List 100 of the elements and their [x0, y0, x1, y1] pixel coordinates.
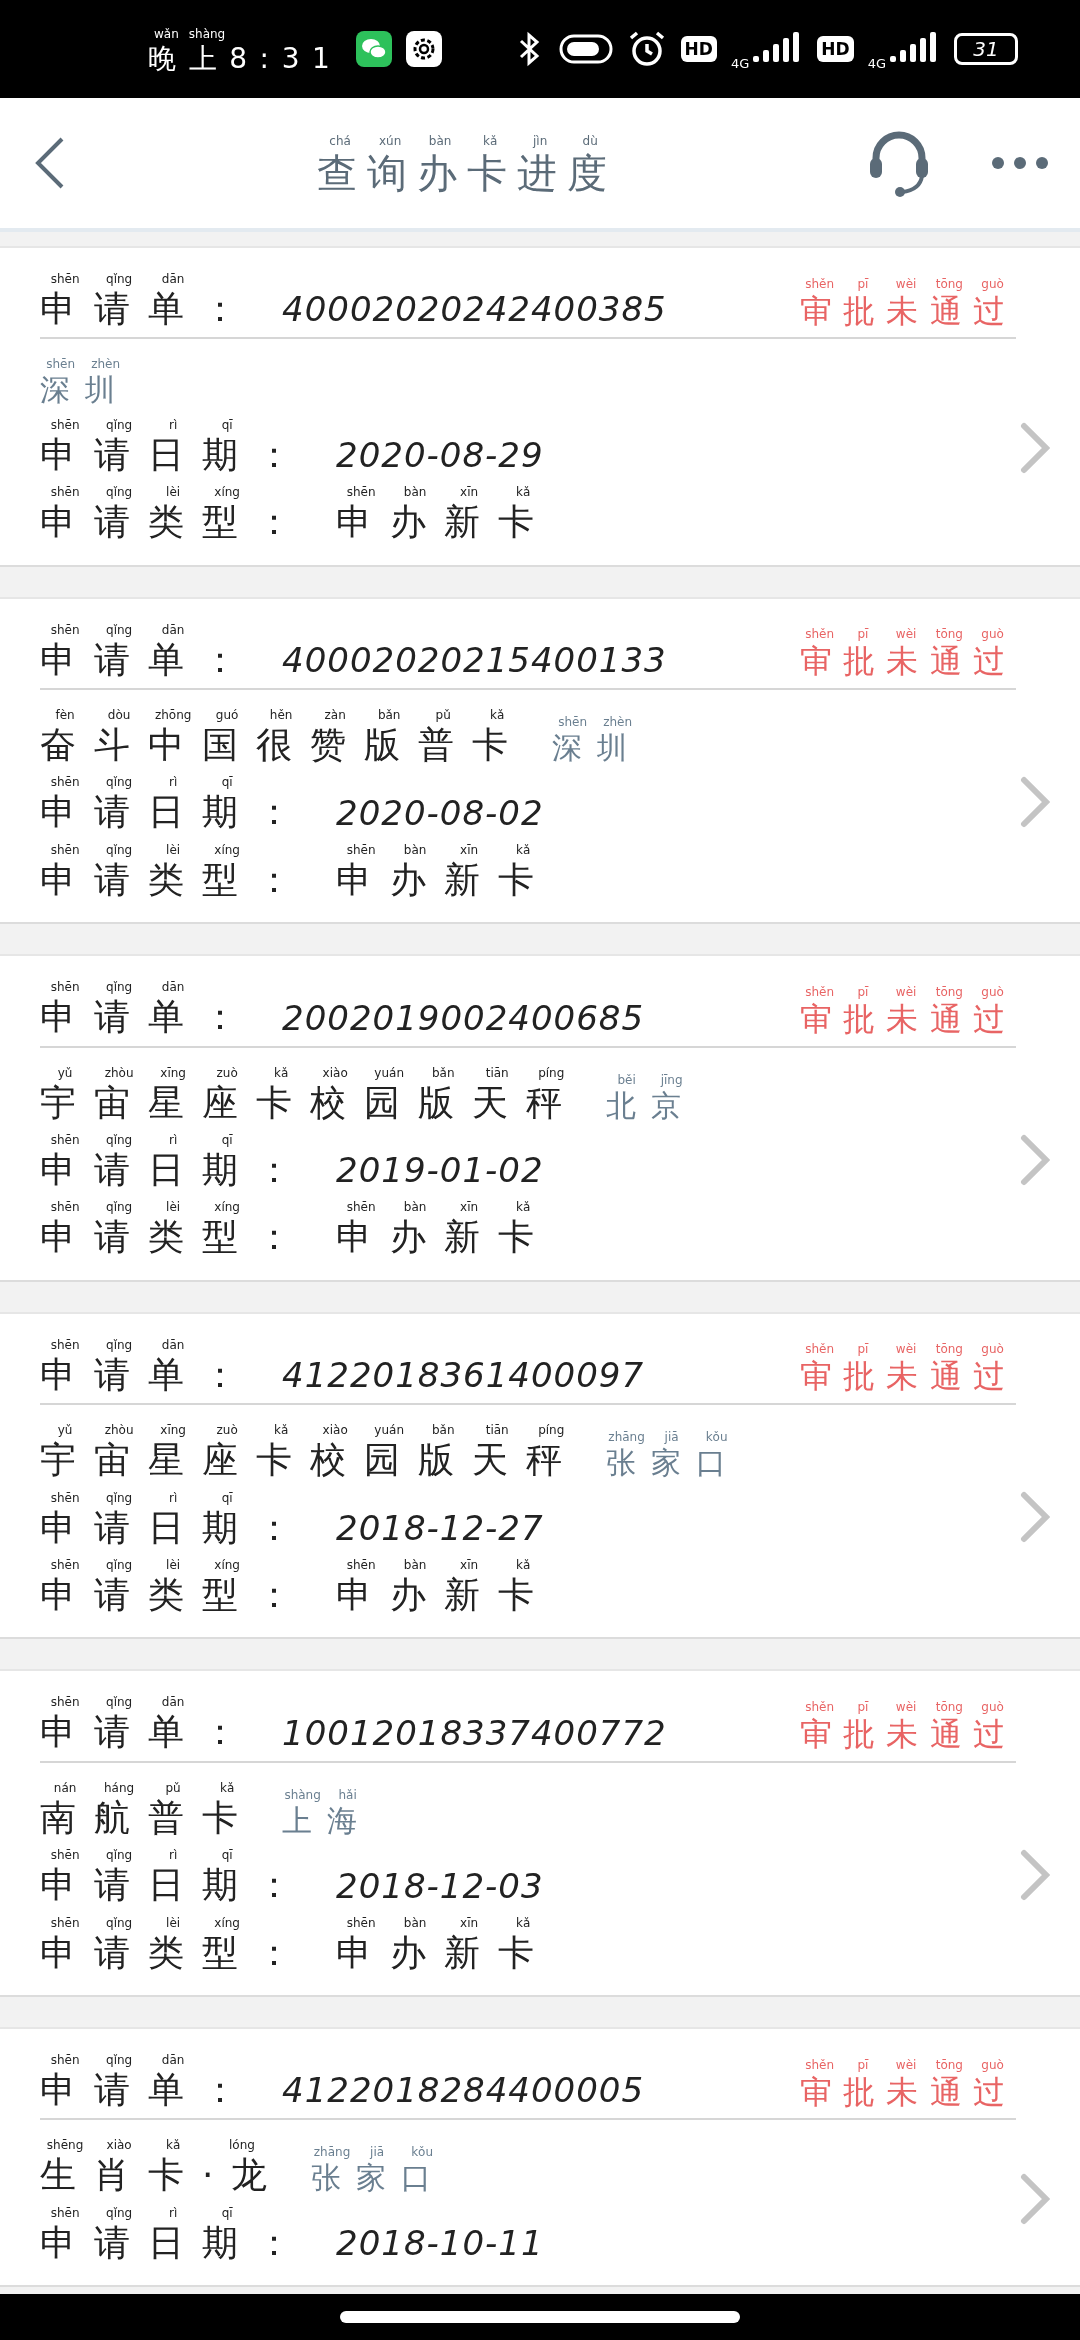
pinyin-text: zhāng jiā kǒu [312, 2144, 435, 2162]
order-number: 10012018337400772 [282, 1712, 667, 1753]
chevron-right-icon [1020, 2172, 1050, 2225]
date-label: 申请日期： [40, 433, 310, 476]
city-text: 上海 [282, 1803, 372, 1839]
order-number: 4122018284400005 [282, 2070, 645, 2111]
order-label: 申请单： [40, 2068, 256, 2111]
chat-app-icon [356, 31, 393, 67]
pinyin-text: shěn pī wèi tōng guò [804, 275, 1005, 293]
pinyin-text: fèn dòu zhōng guó hěn zàn bǎn pǔ kǎ [54, 707, 506, 725]
pinyin-text: shēn qǐng lèi xíng [49, 1914, 241, 1932]
city-text: 深圳 [40, 373, 130, 408]
type-label: 申请类型： [40, 501, 310, 543]
application-card[interactable]: shēn qǐng dān 申请单： 40002020242400385 shěn pī wèi tōng guò 审批未通过 shēn zhèn 深圳 shēn qǐng rì qī 申请日期： 2020-08-29 shēn qǐng lèi xíng 申请类型： shēn bàn xīn kǎ 申办新卡 [0, 246, 1080, 567]
chevron-right-icon [1020, 1848, 1050, 1901]
status-text: 审批未通过 [800, 643, 1016, 681]
type-value: 申办新卡 [336, 1216, 552, 1258]
status-text: 审批未通过 [800, 1715, 1016, 1753]
status-text: 审批未通过 [800, 1358, 1016, 1396]
pinyin-text: shēn qǐng rì qī [49, 2204, 234, 2222]
chevron-right-icon [1020, 776, 1050, 829]
pinyin-text: shēn qǐng dān [49, 1336, 186, 1354]
pinyin-text: shēn bàn xīn kǎ [345, 841, 532, 859]
type-value: 申办新卡 [336, 858, 552, 901]
pinyin-text: shěn pī wèi tōng guò [804, 2056, 1005, 2074]
status-text: 审批未通过 [800, 2073, 1016, 2111]
network-type: 4G [730, 55, 750, 71]
pinyin-text: shēn zhèn [557, 713, 634, 731]
city-text: 深圳 [552, 730, 642, 766]
city-text: 张家口 [606, 1446, 741, 1481]
pinyin-text: shěn pī wèi tōng guò [804, 1341, 1005, 1359]
order-number: 4122018361400097 [282, 1355, 645, 1396]
type-label: 申请类型： [40, 1573, 310, 1616]
type-value: 申办新卡 [336, 1931, 552, 1973]
settings-icon [406, 31, 443, 67]
pinyin-text: shēn qǐng lèi xíng [49, 484, 241, 502]
order-label: 申请单： [40, 996, 256, 1038]
date-value: 2018-12-03 [336, 1865, 544, 1906]
card-name: 奋斗中国很赞版普卡 [40, 724, 526, 766]
date-value: 2019-01-02 [336, 1150, 544, 1191]
pinyin-text: shēng xiào kǎ lóng [45, 2137, 256, 2155]
card-name: 生肖卡·龙 [40, 2154, 286, 2196]
pinyin-text: zhāng jiā kǒu [607, 1429, 729, 1447]
pinyin-text: shēn qǐng dān [49, 2051, 186, 2069]
pinyin-text: shēn bàn xīn kǎ [345, 1556, 532, 1574]
type-label: 申请类型： [40, 1931, 310, 1973]
application-card[interactable]: shēn qǐng dān 申请单： 4122018284400005 shěn pī wèi tōng guò 审批未通过 shēng xiào kǎ lóng 生肖卡·龙 zhāng jiā kǒu 张家口 shēn qǐng rì qī 申请日期： 2018-10-11 [0, 2026, 1080, 2288]
pinyin-text: shēn qǐng rì qī [49, 1847, 234, 1865]
date-value: 2018-10-11 [336, 2223, 544, 2264]
order-label: 申请单： [40, 638, 256, 681]
application-card[interactable] [0, 1311, 1080, 1640]
battery-level: 31 [954, 33, 1018, 65]
pinyin-text: nán háng pǔ kǎ [52, 1779, 236, 1797]
date-label: 申请日期： [40, 1149, 310, 1191]
more-button[interactable] [990, 155, 1050, 171]
pinyin-text: shēn qǐng rì qī [49, 1132, 234, 1149]
pinyin-text: shēn qǐng lèi xíng [49, 1199, 241, 1217]
chevron-right-icon [1020, 1133, 1050, 1186]
pinyin-text: shēn qǐng lèi xíng [49, 841, 241, 859]
order-number: 2002019002400685 [282, 997, 645, 1038]
status-time: 晚上8:31 [148, 42, 343, 76]
pinyin-text: chá xún bàn kǎ jìn dù [328, 133, 599, 150]
type-label: 申请类型： [40, 858, 310, 901]
pinyin-text: shēn zhèn [45, 356, 122, 374]
pinyin-text: shēn bàn xīn kǎ [345, 484, 532, 502]
date-value: 2018-12-27 [336, 1507, 544, 1548]
date-value: 2020-08-02 [336, 792, 544, 833]
application-card[interactable] [0, 954, 1080, 1282]
type-value: 申办新卡 [336, 501, 552, 543]
order-label: 申请单： [40, 1711, 256, 1753]
date-label: 申请日期： [40, 1506, 310, 1548]
pinyin-text: shēn qǐng dān [49, 979, 186, 997]
pinyin-text: shěn pī wèi tōng guò [804, 1698, 1005, 1716]
pinyin-text: shēn bàn xīn kǎ [345, 1914, 532, 1932]
pinyin-text: shēn qǐng rì qī [49, 416, 234, 434]
pinyin-text: shàng hǎi [283, 1786, 358, 1804]
pinyin-text: shēn qǐng dān [49, 271, 186, 288]
network-type: 4G [867, 55, 886, 71]
date-label: 申请日期： [40, 1864, 310, 1906]
chevron-right-icon [1020, 1491, 1050, 1544]
date-label: 申请日期： [40, 791, 310, 833]
application-card[interactable] [0, 596, 1080, 925]
order-label: 申请单： [40, 1353, 256, 1396]
date-label: 申请日期： [40, 2221, 310, 2264]
application-card[interactable]: shēn qǐng dān 申请单： 10012018337400772 shěn pī wèi tōng guò 审批未通过 nán háng pǔ kǎ 南航普卡 shàng hǎi 上海 shēn qǐng rì qī 申请日期： 2018-12-03 shēn qǐng lèi xíng 申请类型： shēn bàn xīn kǎ 申办新卡 [0, 1669, 1080, 1997]
card-name: 宇宙星座卡校园版天秤 [40, 1439, 580, 1481]
pinyin-text: shēn qǐng rì qī [49, 774, 234, 792]
pinyin-text: shēn qǐng lèi xíng [49, 1556, 241, 1574]
pinyin-text: wǎn shàng [153, 25, 226, 43]
order-label: 申请单： [40, 288, 256, 330]
city-text: 北京 [606, 1088, 696, 1123]
card-name: 宇宙星座卡校园版天秤 [40, 1081, 580, 1123]
pinyin-text: yǔ zhòu xīng zuò kǎ xiào yuán bǎn tiān píng [56, 1422, 566, 1440]
page-title: 查询办卡进度 [317, 150, 617, 196]
hd-badge: HD [817, 36, 854, 62]
status-text: 审批未通过 [800, 1000, 1016, 1038]
order-number: 40002020215400133 [282, 640, 667, 681]
pinyin-text: běi jīng [616, 1071, 684, 1089]
type-label: 申请类型： [40, 1216, 310, 1258]
card-name: 南航普卡 [40, 1796, 256, 1839]
